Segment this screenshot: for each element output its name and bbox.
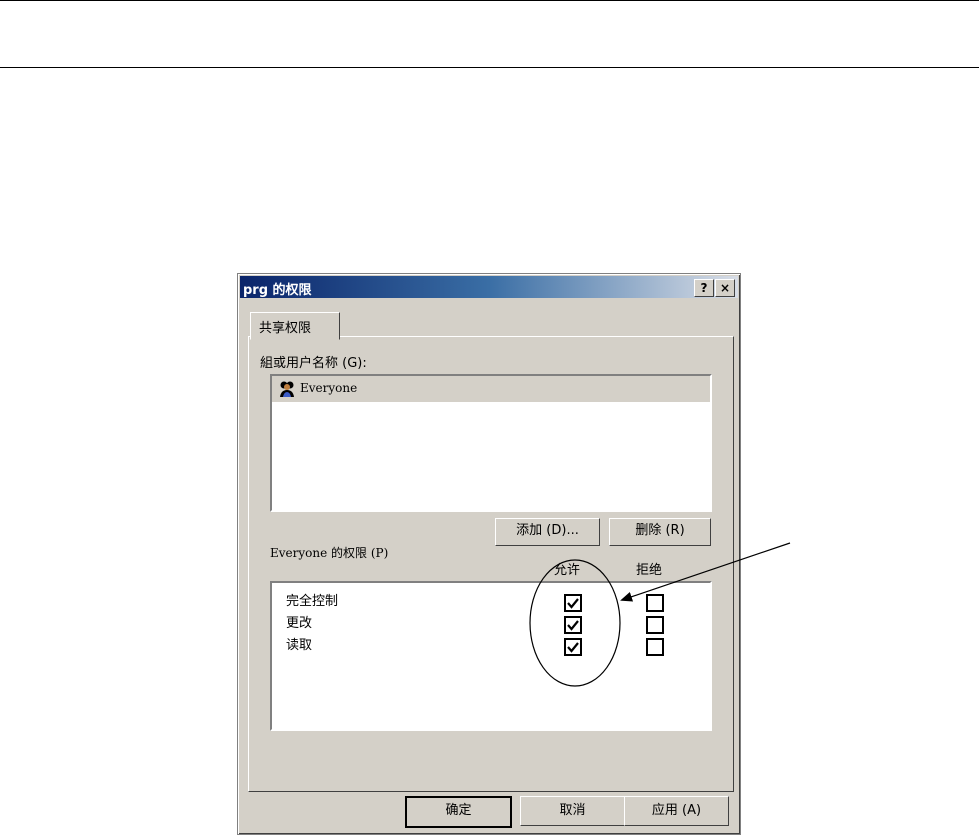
highlight-ellipse (529, 559, 621, 687)
tab-label: 共享权限 (259, 321, 312, 336)
annotation-arrow (620, 542, 791, 602)
annotation-overlay (529, 542, 791, 687)
tab-share-permissions[interactable]: 共享权限 (250, 312, 340, 340)
